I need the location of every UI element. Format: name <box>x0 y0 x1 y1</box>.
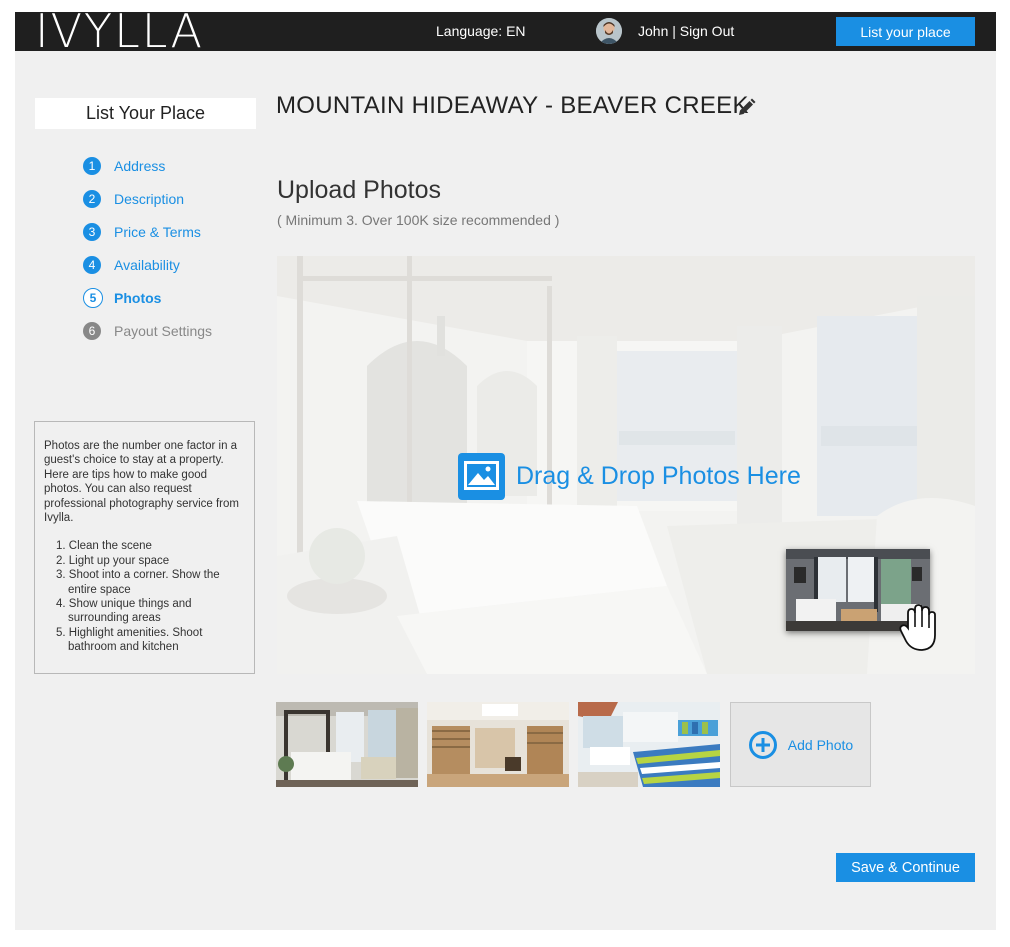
add-photo-button[interactable]: Add Photo <box>730 702 871 787</box>
logo[interactable]: IVYLLA <box>35 6 204 56</box>
tips-intro: Photos are the number one factor in a gu… <box>44 440 239 525</box>
tips-item: 4. Show unique things and surrounding ar… <box>56 598 192 625</box>
tips-list: 1. Clean the scene 2. Light up your spac… <box>44 539 246 654</box>
avatar-icon <box>596 18 622 44</box>
bedroom-photo-3 <box>578 702 720 787</box>
step-label: Payout Settings <box>114 322 213 339</box>
page-frame: IVYLLA Language: EN John | Sign Out List… <box>15 6 996 930</box>
grab-cursor-icon <box>899 604 936 651</box>
step-label: Photos <box>114 289 162 306</box>
list-your-place-button[interactable]: List your place <box>836 17 975 46</box>
tips-item: 2. Light up your space <box>56 554 170 567</box>
drop-prompt: Drag & Drop Photos Here <box>458 453 801 500</box>
step-number: 4 <box>83 255 101 274</box>
step-address[interactable]: 1 Address <box>83 149 212 182</box>
step-payout-settings[interactable]: 6 Payout Settings <box>83 314 212 347</box>
image-icon <box>458 453 505 500</box>
photo-thumbnail[interactable] <box>578 702 720 787</box>
bedroom-photo-1 <box>276 702 418 787</box>
step-number: 2 <box>83 189 101 208</box>
step-number: 5 <box>83 287 103 308</box>
photo-tips-box: Photos are the number one factor in a gu… <box>34 421 255 674</box>
pencil-icon[interactable] <box>736 98 756 118</box>
language-selector[interactable]: Language: EN <box>436 23 526 39</box>
tips-item: 3. Shoot into a corner. Show the entire … <box>56 569 220 596</box>
upload-hint: ( Minimum 3. Over 100K size recommended … <box>277 212 560 228</box>
sidebar-title: List Your Place <box>35 98 256 129</box>
step-label: Address <box>114 157 166 174</box>
step-availability[interactable]: 4 Availability <box>83 248 212 281</box>
step-number: 1 <box>83 156 101 175</box>
drop-label: Drag & Drop Photos Here <box>516 462 801 490</box>
photo-thumbnail[interactable] <box>427 702 569 787</box>
step-description[interactable]: 2 Description <box>83 182 212 215</box>
save-continue-button[interactable]: Save & Continue <box>836 853 975 882</box>
step-label: Description <box>114 190 185 207</box>
upload-heading: Upload Photos <box>277 176 442 204</box>
step-label: Availability <box>114 256 180 273</box>
step-photos[interactable]: 5 Photos <box>83 281 212 314</box>
top-bar: IVYLLA Language: EN John | Sign Out List… <box>15 6 996 56</box>
add-photo-label: Add Photo <box>787 736 854 753</box>
user-signout-link[interactable]: John | Sign Out <box>638 23 734 39</box>
step-number: 3 <box>83 222 101 241</box>
photo-thumbnail[interactable] <box>276 702 418 787</box>
avatar[interactable] <box>596 18 622 44</box>
step-number: 6 <box>83 321 101 340</box>
plus-circle-icon <box>748 730 777 759</box>
step-price-terms[interactable]: 3 Price & Terms <box>83 215 212 248</box>
tips-item: 1. Clean the scene <box>56 540 152 553</box>
step-label: Price & Terms <box>114 223 201 240</box>
tips-item: 5. Highlight amenities. Shoot bathroom a… <box>56 626 203 654</box>
page-title: MOUNTAIN HIDEAWAY - BEAVER CREEK <box>276 92 749 119</box>
step-list: 1 Address 2 Description 3 Price & Terms … <box>83 149 212 347</box>
bedroom-photo-2 <box>427 702 569 787</box>
